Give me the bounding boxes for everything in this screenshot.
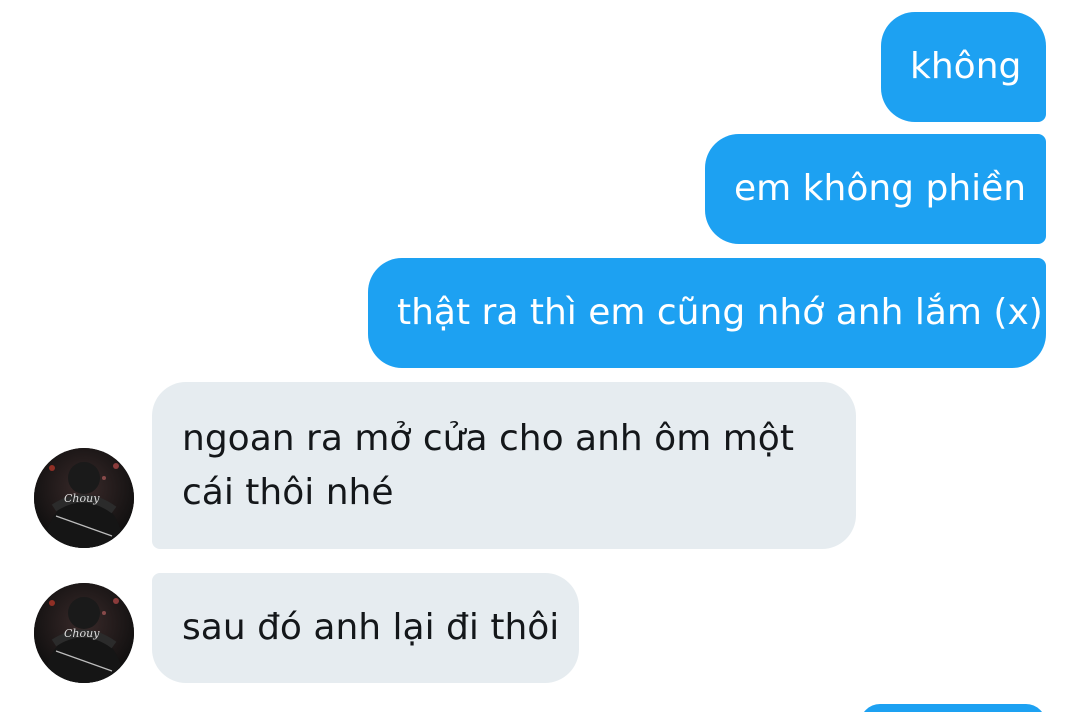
received-message-bubble[interactable]: sau đó anh lại đi thôi — [152, 573, 579, 683]
sender-avatar[interactable]: Chouy — [34, 583, 134, 683]
sent-message-bubble[interactable]: thật ra thì em cũng nhớ anh lắm (x) — [368, 258, 1046, 368]
message-text: sau đó anh lại đi thôi — [182, 607, 560, 648]
sender-avatar[interactable]: Chouy — [34, 448, 134, 548]
sent-message-bubble-partial[interactable] — [860, 704, 1046, 712]
sent-message-bubble[interactable]: không — [881, 12, 1046, 122]
chat-thread: không em không phiền thật ra thì em cũng… — [0, 0, 1080, 712]
avatar-logo-text: Chouy — [64, 627, 100, 640]
sent-message-bubble[interactable]: em không phiền — [705, 134, 1046, 244]
avatar-logo-text: Chouy — [64, 492, 100, 505]
message-text: em không phiền — [734, 168, 1027, 209]
received-message-bubble[interactable]: ngoan ra mở cửa cho anh ôm một cái thôi … — [152, 382, 856, 549]
message-text: thật ra thì em cũng nhớ anh lắm (x) — [397, 292, 1043, 333]
message-text: không — [910, 46, 1022, 87]
message-text: ngoan ra mở cửa cho anh ôm một cái thôi … — [182, 418, 794, 513]
